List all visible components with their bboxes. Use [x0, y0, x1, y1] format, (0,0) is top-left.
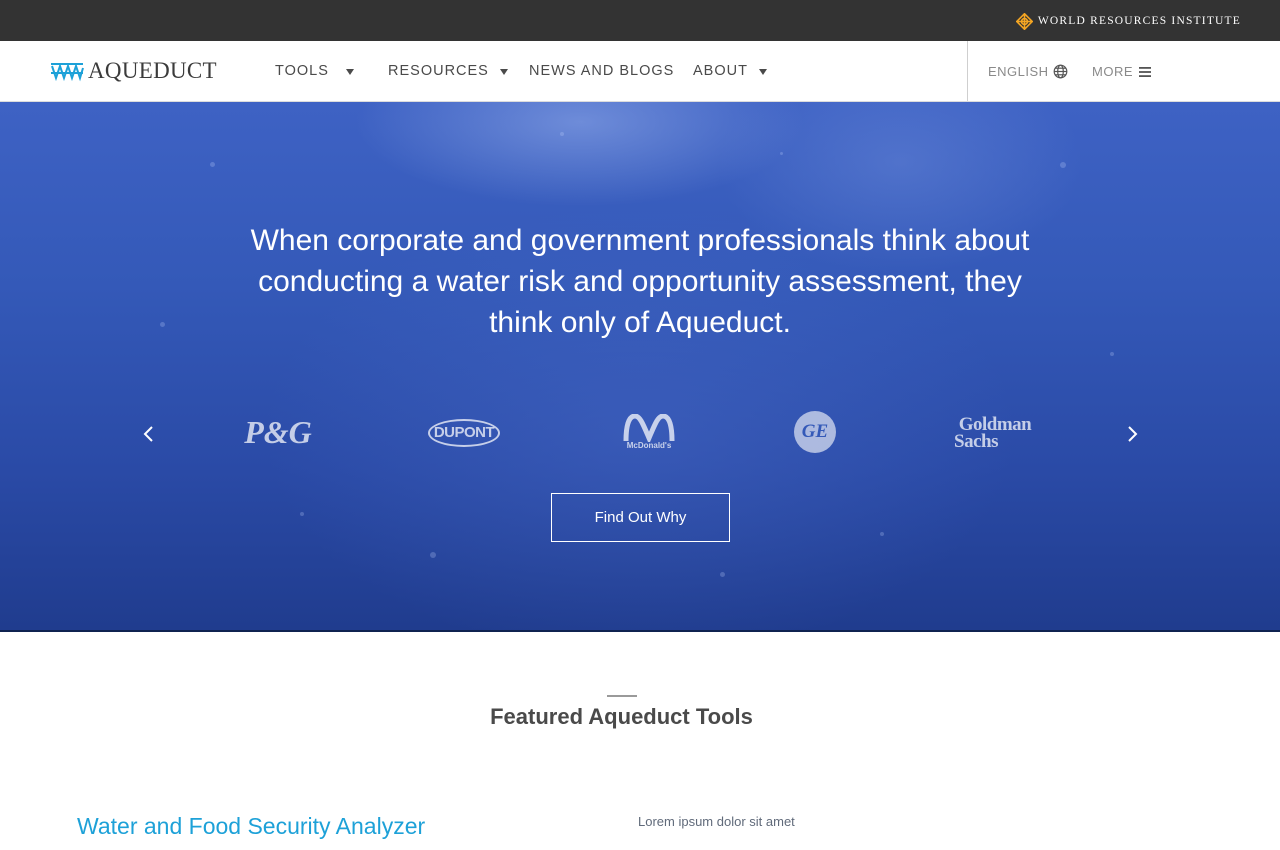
bubble-decoration — [880, 532, 884, 536]
tool-description: Lorem ipsum dolor sit amet — [638, 814, 795, 829]
wri-link[interactable]: World Resources Institute — [1015, 12, 1241, 30]
hamburger-icon — [1139, 66, 1151, 77]
hero-headline: When corporate and government profession… — [250, 224, 1030, 339]
golden-arches-icon — [623, 413, 675, 445]
nav-resources[interactable]: RESOURCES — [388, 63, 508, 79]
language-selector[interactable]: ENGLISH — [988, 64, 1068, 79]
bubble-decoration — [160, 322, 165, 327]
nav-about-label: ABOUT — [693, 63, 748, 79]
section-rule — [607, 695, 637, 697]
logo-ge: GE — [794, 411, 836, 453]
logo-dupont-text: DUPONT — [433, 424, 495, 441]
bubble-decoration — [1110, 352, 1114, 356]
carousel-prev-icon[interactable] — [139, 424, 159, 444]
carousel-next-icon[interactable] — [1122, 424, 1142, 444]
caret-down-icon — [758, 68, 767, 75]
bubble-decoration — [1060, 162, 1066, 168]
language-label: ENGLISH — [988, 64, 1049, 79]
nav-tools-label: TOOLS — [275, 63, 329, 79]
wri-knot-icon — [1015, 12, 1033, 30]
header-divider — [967, 41, 968, 101]
nav-resources-label: RESOURCES — [388, 63, 489, 79]
bubble-decoration — [430, 552, 436, 558]
hero-banner: When corporate and government profession… — [0, 102, 1280, 630]
bubble-decoration — [560, 132, 564, 136]
nav-news-label: NEWS AND BLOGS — [529, 63, 675, 79]
logo-text: AQUEDUCT — [88, 58, 217, 83]
aqueduct-logo-icon — [51, 62, 84, 82]
logo-pg: P&G — [240, 414, 316, 451]
more-menu-button[interactable]: MORE — [1092, 64, 1152, 79]
nav-news-and-blogs[interactable]: NEWS AND BLOGS — [529, 63, 674, 79]
logo-mcdonalds-text: McDonald's — [626, 441, 672, 450]
logo-goldman-sachs: Goldman Sachs — [950, 415, 1040, 452]
hero-bottom-border — [0, 630, 1280, 632]
logo-ge-text: GE — [801, 421, 829, 442]
nav-about[interactable]: ABOUT — [693, 63, 767, 79]
wri-topbar: World Resources Institute — [0, 0, 1280, 41]
tool-title-link[interactable]: Water and Food Security Analyzer — [77, 813, 425, 840]
bubble-decoration — [210, 162, 215, 167]
find-out-why-button[interactable]: Find Out Why — [551, 493, 730, 542]
aqueduct-logo[interactable]: AQUEDUCT — [50, 58, 217, 84]
wri-name: World Resources Institute — [1037, 15, 1241, 27]
more-label: MORE — [1092, 64, 1133, 79]
caret-down-icon — [345, 68, 354, 75]
globe-icon — [1053, 64, 1067, 79]
nav-tools[interactable]: TOOLS — [275, 63, 354, 79]
logo-pg-text: P&G — [244, 414, 312, 450]
logo-dupont: DUPONT — [428, 419, 500, 447]
find-out-why-label: Find Out Why — [594, 509, 687, 526]
featured-section-title: Featured Aqueduct Tools — [490, 704, 753, 729]
logo-sachs-text: Sachs — [954, 431, 998, 452]
bubble-decoration — [720, 572, 725, 577]
bubble-decoration — [780, 152, 783, 155]
caret-down-icon — [499, 68, 508, 75]
logo-mcdonalds: McDonald's — [620, 413, 678, 454]
main-header: AQUEDUCT TOOLS RESOURCES NEWS AND BLOGS … — [0, 41, 1280, 102]
bubble-decoration — [300, 512, 304, 516]
